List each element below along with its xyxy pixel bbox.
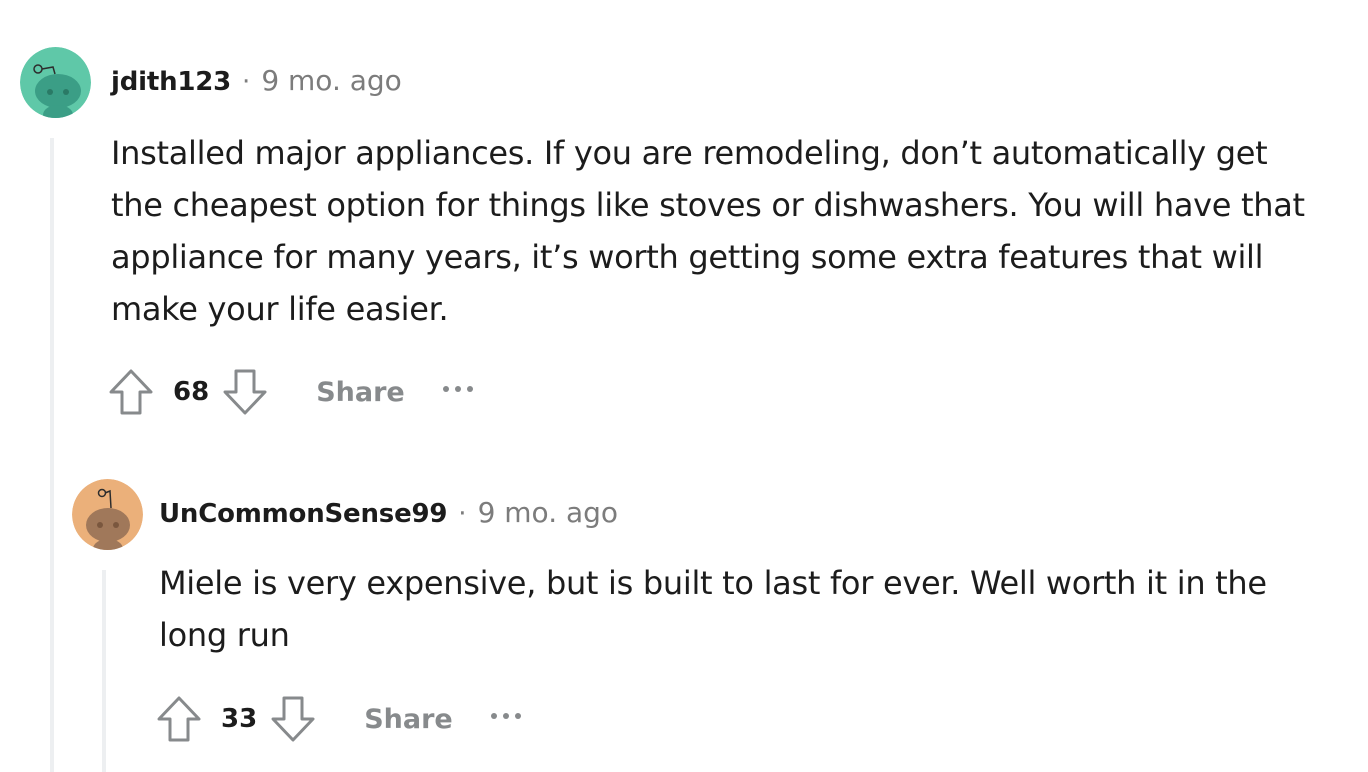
downvote-button[interactable] — [222, 368, 268, 416]
more-dot — [454, 386, 461, 392]
vote-score: 68 — [173, 377, 210, 407]
avatar[interactable] — [20, 47, 91, 118]
more-options-button[interactable] — [442, 386, 473, 392]
meta-separator: · — [242, 67, 251, 97]
downvote-arrow-icon — [271, 696, 315, 742]
meta-separator: · — [458, 499, 467, 529]
more-dot — [502, 713, 509, 719]
comment-body: Installed major appliances. If you are r… — [111, 127, 1361, 335]
downvote-button[interactable] — [270, 695, 316, 743]
comment-body-line: Miele is very expensive, but is built to… — [159, 564, 1267, 602]
more-dot — [466, 386, 473, 392]
upvote-arrow-icon — [109, 369, 153, 415]
comment-meta: UnCommonSense99 · 9 mo. ago — [159, 496, 618, 529]
thread-line-collapse[interactable] — [50, 138, 54, 772]
upvote-arrow-icon — [157, 696, 201, 742]
share-button[interactable]: Share — [364, 704, 453, 735]
thread-line-collapse-reply[interactable] — [102, 570, 106, 772]
share-button[interactable]: Share — [316, 377, 405, 408]
snoo-avatar-icon — [72, 479, 143, 550]
comment-body-line: long run — [159, 616, 290, 654]
avatar[interactable] — [72, 479, 143, 550]
comment-body-line: make your life easier. — [111, 290, 449, 328]
comment-body-line: Installed major appliances. If you are r… — [111, 134, 1268, 172]
vote-score: 33 — [221, 704, 258, 734]
upvote-button[interactable] — [108, 368, 154, 416]
username-link[interactable]: jdith123 — [111, 67, 231, 97]
more-dot — [490, 713, 497, 719]
upvote-button[interactable] — [156, 695, 202, 743]
timestamp[interactable]: 9 mo. ago — [478, 496, 619, 529]
comment-actions: 68 Share — [108, 366, 473, 418]
comment-body: Miele is very expensive, but is built to… — [159, 557, 1359, 661]
comment-body-line: appliance for many years, it’s worth get… — [111, 238, 1264, 276]
comment-actions: 33 Share — [156, 693, 521, 745]
more-dot — [514, 713, 521, 719]
downvote-arrow-icon — [223, 369, 267, 415]
comment-body-line: the cheapest option for things like stov… — [111, 186, 1305, 224]
comment-meta: jdith123 · 9 mo. ago — [111, 64, 402, 97]
more-dot — [442, 386, 449, 392]
username-link[interactable]: UnCommonSense99 — [159, 499, 447, 529]
more-options-button[interactable] — [490, 713, 521, 719]
snoo-avatar-icon — [20, 47, 91, 118]
timestamp[interactable]: 9 mo. ago — [261, 64, 402, 97]
